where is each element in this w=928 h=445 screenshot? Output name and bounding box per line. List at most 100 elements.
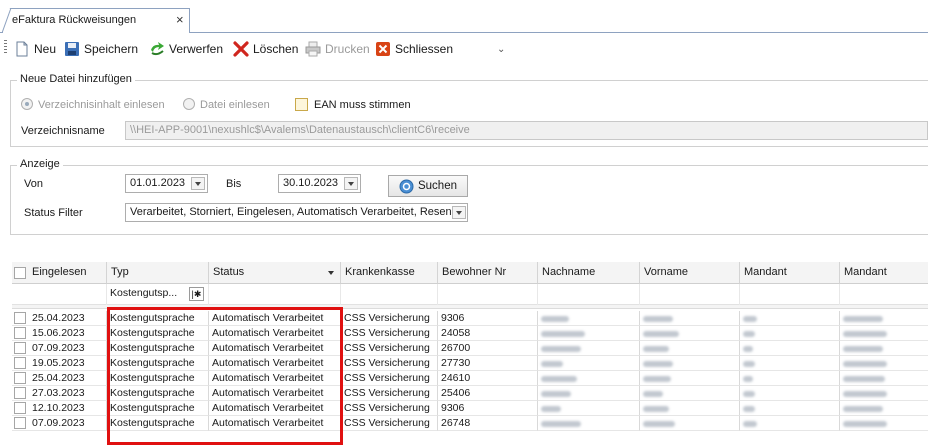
tab-close-icon[interactable]: ×: [176, 12, 184, 27]
table-cell-redacted[interactable]: [840, 386, 928, 401]
table-cell-date[interactable]: 07.09.2023: [12, 416, 107, 431]
toolbar-overflow-icon[interactable]: ⌄: [497, 44, 505, 55]
table-cell-redacted[interactable]: [840, 371, 928, 386]
table-cell-redacted[interactable]: [538, 341, 640, 356]
table-cell-kasse[interactable]: CSS Versicherung: [341, 386, 438, 401]
table-cell-redacted[interactable]: [840, 326, 928, 341]
table-cell-kasse[interactable]: CSS Versicherung: [341, 326, 438, 341]
table-cell-nr[interactable]: 25406: [438, 386, 538, 401]
table-cell-nr[interactable]: 26748: [438, 416, 538, 431]
discard-button[interactable]: Verwerfen: [149, 40, 223, 58]
table-cell-redacted[interactable]: [640, 386, 740, 401]
table-cell-redacted[interactable]: [840, 341, 928, 356]
filter-cell[interactable]: [538, 284, 640, 305]
table-cell-redacted[interactable]: [640, 371, 740, 386]
table-cell-redacted[interactable]: [538, 386, 640, 401]
status-filter-label: Status Filter: [24, 207, 83, 219]
redacted-text: [743, 376, 753, 382]
print-button[interactable]: Drucken: [305, 40, 370, 58]
table-cell-redacted[interactable]: [740, 401, 840, 416]
toolbar-grip[interactable]: [4, 40, 7, 55]
table-cell-redacted[interactable]: [840, 401, 928, 416]
filter-operator-icon[interactable]: |✱: [189, 287, 204, 301]
to-date-dropdown-icon[interactable]: [344, 177, 358, 190]
table-cell-date[interactable]: 25.04.2023: [12, 371, 107, 386]
table-cell-kasse[interactable]: CSS Versicherung: [341, 341, 438, 356]
table-cell-redacted[interactable]: [640, 416, 740, 431]
table-cell-date[interactable]: 15.06.2023: [12, 326, 107, 341]
table-cell-redacted[interactable]: [640, 341, 740, 356]
close-button[interactable]: Schliessen: [375, 40, 453, 58]
column-header-status[interactable]: Status: [209, 262, 341, 284]
column-header-vorname[interactable]: Vorname: [640, 262, 740, 284]
table-cell-nr[interactable]: 24058: [438, 326, 538, 341]
table-cell-redacted[interactable]: [740, 356, 840, 371]
column-header-krankenkasse[interactable]: Krankenkasse: [341, 262, 438, 284]
radio-directory[interactable]: [21, 98, 33, 110]
table-cell-date[interactable]: 19.05.2023: [12, 356, 107, 371]
table-cell-redacted[interactable]: [740, 326, 840, 341]
table-cell-nr[interactable]: 27730: [438, 356, 538, 371]
table-cell-redacted[interactable]: [538, 416, 640, 431]
column-header-nachname[interactable]: Nachname: [538, 262, 640, 284]
table-cell-redacted[interactable]: [740, 386, 840, 401]
table-cell-redacted[interactable]: [640, 326, 740, 341]
filter-cell[interactable]: [640, 284, 740, 305]
filter-cell[interactable]: [12, 284, 107, 305]
table-cell-redacted[interactable]: [840, 356, 928, 371]
filter-cell[interactable]: [740, 284, 840, 305]
table-cell-redacted[interactable]: [640, 311, 740, 326]
column-header-mandant-2[interactable]: Mandant: [840, 262, 928, 284]
table-cell-redacted[interactable]: [538, 326, 640, 341]
column-header-eingelesen[interactable]: Eingelesen: [12, 262, 107, 284]
from-date-dropdown-icon[interactable]: [191, 177, 205, 190]
filter-cell[interactable]: [840, 284, 928, 305]
table-cell-redacted[interactable]: [840, 311, 928, 326]
table-cell-redacted[interactable]: [538, 356, 640, 371]
table-cell-redacted[interactable]: [740, 416, 840, 431]
directory-field[interactable]: \\HEI-APP-9001\nexushlc$\Avalems\Datenau…: [125, 121, 928, 140]
filter-cell[interactable]: [438, 284, 538, 305]
save-button[interactable]: Speichern: [64, 40, 138, 58]
search-button[interactable]: Suchen: [388, 175, 468, 197]
new-button[interactable]: Neu: [14, 40, 56, 58]
filter-cell[interactable]: [341, 284, 438, 305]
grid-filter-row: Kostengutsp... |✱: [12, 284, 928, 305]
table-cell-kasse[interactable]: CSS Versicherung: [341, 311, 438, 326]
select-all-checkbox[interactable]: [14, 267, 26, 279]
table-cell-redacted[interactable]: [538, 371, 640, 386]
table-cell-kasse[interactable]: CSS Versicherung: [341, 371, 438, 386]
table-cell-kasse[interactable]: CSS Versicherung: [341, 416, 438, 431]
table-cell-redacted[interactable]: [740, 311, 840, 326]
table-cell-nr[interactable]: 26700: [438, 341, 538, 356]
status-filter-field[interactable]: Verarbeitet, Storniert, Eingelesen, Auto…: [125, 203, 468, 222]
table-cell-nr[interactable]: 9306: [438, 311, 538, 326]
table-cell-date[interactable]: 07.09.2023: [12, 341, 107, 356]
discard-button-label: Verwerfen: [169, 42, 224, 56]
table-cell-nr[interactable]: 24610: [438, 371, 538, 386]
table-cell-redacted[interactable]: [840, 416, 928, 431]
table-cell-nr[interactable]: 9306: [438, 401, 538, 416]
table-cell-kasse[interactable]: CSS Versicherung: [341, 401, 438, 416]
filter-cell-typ[interactable]: Kostengutsp... |✱: [107, 284, 209, 305]
table-cell-date[interactable]: 25.04.2023: [12, 311, 107, 326]
table-cell-date[interactable]: 12.10.2023: [12, 401, 107, 416]
table-cell-redacted[interactable]: [538, 401, 640, 416]
column-header-mandant[interactable]: Mandant: [740, 262, 840, 284]
table-cell-redacted[interactable]: [740, 341, 840, 356]
ean-checkbox[interactable]: [295, 98, 308, 111]
table-cell-redacted[interactable]: [740, 371, 840, 386]
status-filter-value: Verarbeitet, Storniert, Eingelesen, Auto…: [130, 206, 458, 218]
filter-cell[interactable]: [209, 284, 341, 305]
table-cell-kasse[interactable]: CSS Versicherung: [341, 356, 438, 371]
column-header-bewohner-nr[interactable]: Bewohner Nr: [438, 262, 538, 284]
radio-file[interactable]: [183, 98, 195, 110]
table-cell-redacted[interactable]: [640, 356, 740, 371]
table-cell-redacted[interactable]: [538, 311, 640, 326]
filter-dropdown-icon[interactable]: [328, 271, 334, 275]
column-header-typ[interactable]: Typ: [107, 262, 209, 284]
table-cell-date[interactable]: 27.03.2023: [12, 386, 107, 401]
delete-button[interactable]: Löschen: [233, 40, 298, 58]
status-filter-dropdown-icon[interactable]: [452, 206, 466, 219]
table-cell-redacted[interactable]: [640, 401, 740, 416]
